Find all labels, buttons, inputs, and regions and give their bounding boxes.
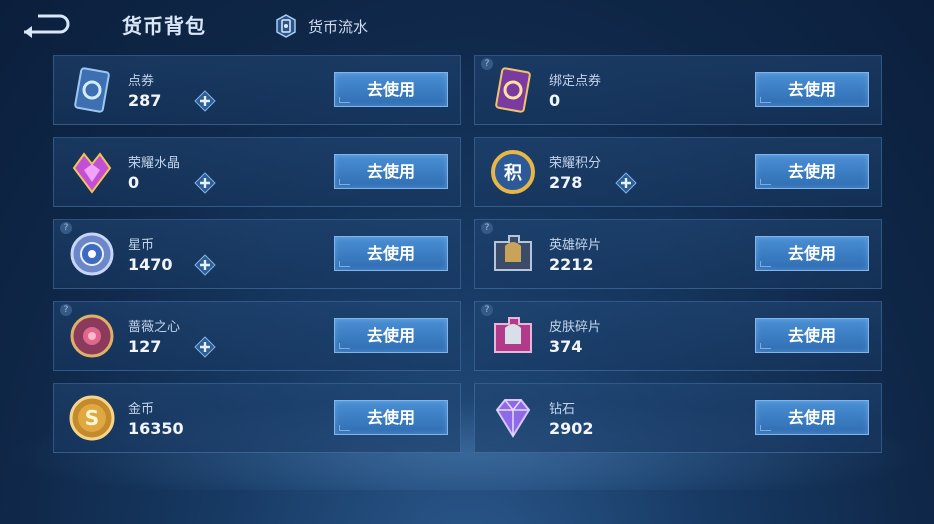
use-button[interactable]: 去使用 [755,236,869,271]
currency-amount: 2212 [549,255,594,274]
use-button[interactable]: 去使用 [755,154,869,189]
use-button[interactable]: 去使用 [755,318,869,353]
currency-amount: 0 [128,173,140,192]
add-icon[interactable] [615,172,637,194]
record-icon [276,14,296,38]
use-button[interactable]: 去使用 [755,400,869,435]
currency-card-zuanshi: 钻石 2902 去使用 [474,383,882,453]
currency-flow-label: 货币流水 [308,17,369,36]
currency-name: 荣耀水晶 [128,156,181,171]
currency-name: 皮肤碎片 [549,320,602,335]
currency-flow-link[interactable]: 货币流水 [276,13,368,39]
star-coin-icon [66,228,118,280]
diamond-icon [487,392,539,444]
currency-card-xingbi: ? 星币 1470 去使用 [53,219,461,289]
back-arrow-icon[interactable] [20,12,70,38]
currency-name: 绑定点券 [549,74,602,89]
use-button[interactable]: 去使用 [334,318,448,353]
currency-name: 荣耀积分 [549,156,602,171]
use-button[interactable]: 去使用 [334,72,448,107]
currency-amount: 127 [128,337,162,356]
use-button[interactable]: 去使用 [755,72,869,107]
rose-heart-icon [66,310,118,362]
use-button[interactable]: 去使用 [334,154,448,189]
skin-fragment-icon [487,310,539,362]
currency-amount: 287 [128,91,162,110]
currency-name: 金币 [128,402,155,417]
currency-name: 点券 [128,74,155,89]
currency-name: 蔷薇之心 [128,320,181,335]
page-title: 货币背包 [122,14,206,38]
currency-card-yingxiong: ? 英雄碎片 2212 去使用 [474,219,882,289]
currency-amount: 278 [549,173,583,192]
currency-card-qiangwei: ? 蔷薇之心 127 去使用 [53,301,461,371]
currency-card-dianquan: 点券 287 去使用 [53,55,461,125]
currency-card-pifu: ? 皮肤碎片 374 去使用 [474,301,882,371]
add-icon[interactable] [194,254,216,276]
currency-amount: 374 [549,337,583,356]
header: 货币背包 货币流水 [0,0,934,52]
currency-card-jinbi: 金币 16350 去使用 [53,383,461,453]
currency-amount: 2902 [549,419,594,438]
glory-points-icon [487,146,539,198]
currency-name: 钻石 [549,402,576,417]
ticket-card-icon [66,64,118,116]
currency-amount: 1470 [128,255,173,274]
use-button[interactable]: 去使用 [334,400,448,435]
gold-coin-icon [66,392,118,444]
currency-amount: 0 [549,91,561,110]
currency-card-bangding: ? 绑定点券 0 去使用 [474,55,882,125]
add-icon[interactable] [194,336,216,358]
glory-crystal-icon [66,146,118,198]
hero-fragment-icon [487,228,539,280]
currency-amount: 16350 [128,419,184,438]
currency-card-jifen: 荣耀积分 278 去使用 [474,137,882,207]
add-icon[interactable] [194,90,216,112]
currency-card-shuijing: 荣耀水晶 0 去使用 [53,137,461,207]
bound-ticket-card-icon [487,64,539,116]
currency-name: 英雄碎片 [549,238,602,253]
add-icon[interactable] [194,172,216,194]
use-button[interactable]: 去使用 [334,236,448,271]
currency-name: 星币 [128,238,155,253]
